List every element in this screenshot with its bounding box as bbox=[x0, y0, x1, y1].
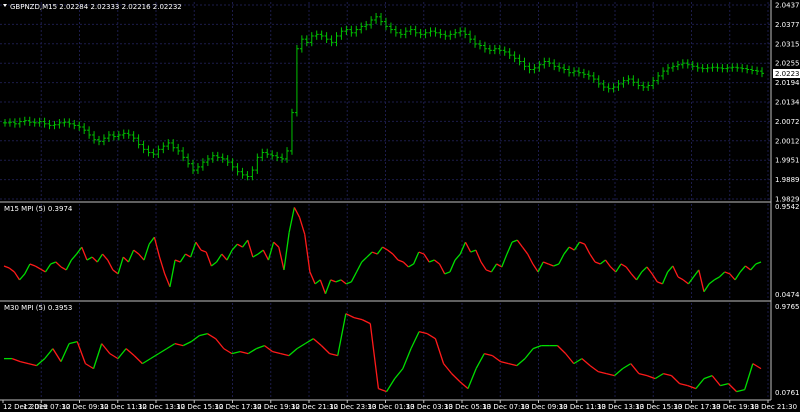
m15-mpi-max: 0.9542 bbox=[775, 203, 800, 211]
trading-chart[interactable]: GBPNZD,M15 2.02284 2.02333 2.02216 2.022… bbox=[0, 0, 800, 412]
price-tick-label: 1.99510 bbox=[775, 157, 800, 165]
price-tick-label: 2.01940 bbox=[775, 79, 800, 87]
chart-background bbox=[0, 0, 800, 412]
symbol-label: GBPNZD,M15 2.02284 2.02333 2.02216 2.022… bbox=[10, 3, 182, 11]
m30-mpi-label: M30 MPI (5) 0.3953 bbox=[4, 304, 72, 312]
price-tick-label: 2.03155 bbox=[775, 40, 800, 48]
m30-mpi-max: 0.9765 bbox=[775, 303, 800, 311]
m15-mpi-label: M15 MPI (5) 0.3974 bbox=[4, 205, 73, 213]
price-tick-label: 2.04370 bbox=[775, 2, 800, 10]
m30-mpi-min: 0.0761 bbox=[775, 389, 800, 397]
price-tick-label: 2.02555 bbox=[775, 60, 800, 68]
price-tick-label: 1.98895 bbox=[775, 176, 800, 184]
m15-mpi-min: 0.0474 bbox=[775, 291, 800, 299]
price-tick-label: 2.01340 bbox=[775, 99, 800, 107]
price-tick-label: 2.03770 bbox=[775, 21, 800, 29]
time-tick-label: 13 Dec 21:30 bbox=[750, 403, 797, 411]
price-tick-label: 2.00725 bbox=[775, 118, 800, 126]
price-tick-label: 2.00125 bbox=[775, 137, 800, 145]
current-price-value: 2.02232 bbox=[775, 70, 800, 78]
